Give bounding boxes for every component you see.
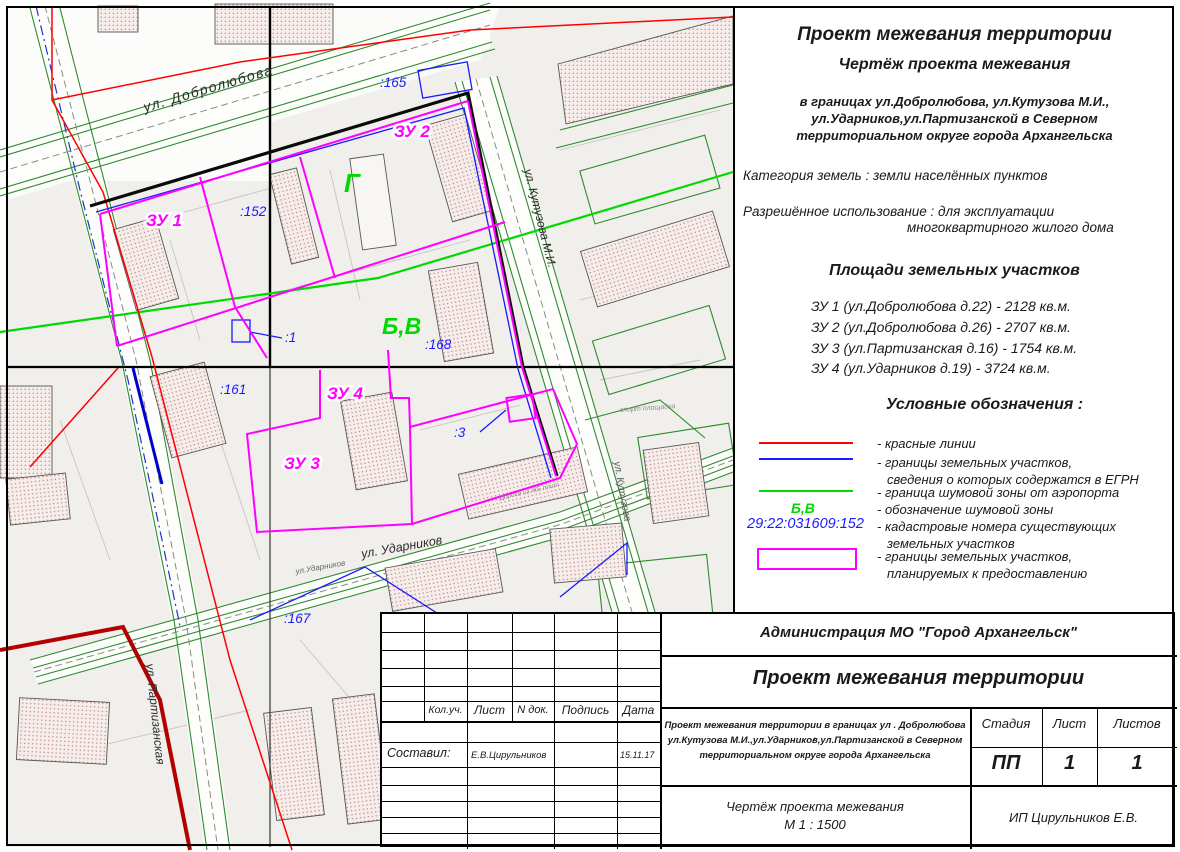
legend-blue-line-sample [759, 458, 853, 460]
legend-red-line-sample [759, 442, 853, 444]
boundaries-line-3: территориальном округе города Архангельс… [735, 128, 1174, 143]
info-panel: Проект межевания территории Чертёж проек… [733, 8, 1174, 614]
areas-heading: Площади земельных участков [735, 262, 1174, 280]
zone-label-bv: Б,В [382, 313, 421, 339]
sheet: ул. Добролюбова ул. Кутузова М.И. ул. Ку… [0, 0, 1180, 852]
author: ИП Цирульников Е.В. [970, 810, 1177, 825]
legend-zone-sample: Б,В [791, 500, 815, 516]
panel-title: Проект межевания территории [735, 24, 1174, 46]
project-title: Проект межевания территории [660, 667, 1177, 690]
plot-label-zu2: ЗУ 2 [394, 122, 431, 141]
sheets-header: Листов [1097, 716, 1177, 731]
sheets-value: 1 [1097, 752, 1177, 775]
composed-label: Составил: [387, 746, 450, 760]
area-zu2: ЗУ 2 (ул.Добролюбова д.26) - 2707 кв.м. [811, 319, 1071, 335]
composed-name: Е.В.Цирульников [471, 750, 546, 761]
legend-plot-label-1: - границы земельных участков, [877, 549, 1072, 564]
area-zu4: ЗУ 4 (ул.Ударников д.19) - 3724 кв.м. [811, 360, 1051, 376]
legend-cad-sample: 29:22:031609:152 [747, 516, 864, 532]
zone-label-g: Г [344, 168, 361, 198]
cad-label-167: :167 [284, 611, 311, 626]
stage-header: Стадия [970, 716, 1042, 731]
col-header-data: Дата [617, 703, 660, 717]
cad-label-152: :152 [240, 204, 267, 219]
desc-line-2: ул.Кутузова М.И.,ул.Ударников,ул.Партиза… [664, 735, 966, 746]
composed-date: 15.11.17 [620, 750, 654, 760]
cad-label-165: :165 [380, 75, 407, 90]
sheet-value: 1 [1042, 752, 1097, 775]
panel-subtitle: Чертёж проекта межевания [735, 56, 1174, 74]
title-block: Кол.уч. Лист N док. Подпись Дата Состави… [380, 612, 1175, 847]
boundaries-line-1: в границах ул.Добролюбова, ул.Кутузова М… [735, 94, 1174, 109]
boundaries-line-2: ул.Ударников,ул.Партизанской в Северном [735, 111, 1174, 126]
drawing-scale: М 1 : 1500 [660, 817, 970, 832]
legend-egrn-label-1: - границы земельных участков, [877, 455, 1072, 470]
cad-label-161: :161 [220, 382, 246, 397]
legend-cad-label-1: - кадастровые номера существующих [877, 519, 1116, 534]
col-header-ndok: N док. [512, 704, 554, 716]
cad-label-1: :1 [285, 330, 296, 345]
legend-zone-label: - обозначение шумовой зоны [877, 502, 1053, 517]
legend-heading: Условные обозначения : [735, 396, 1174, 414]
col-header-koluch: Кол.уч. [424, 704, 467, 716]
sheet-header: Лист [1042, 716, 1097, 731]
organization: Администрация МО "Город Архангельск" [660, 624, 1177, 641]
legend-noise-label: - граница шумовой зоны от аэропорта [877, 485, 1119, 500]
legend-plot-sample [757, 548, 857, 570]
plot-label-zu1: ЗУ 1 [146, 211, 182, 230]
drawing-name: Чертёж проекта межевания [660, 799, 970, 814]
legend-plot-label-2: планируемых к предоставлению [887, 566, 1087, 581]
permitted-use-line-2: многоквартирного жилого дома [907, 220, 1114, 235]
stage-value: ПП [970, 752, 1042, 775]
col-header-podpis: Подпись [554, 703, 617, 717]
cad-label-3: :3 [454, 425, 466, 440]
area-zu1: ЗУ 1 (ул.Добролюбова д.22) - 2128 кв.м. [811, 298, 1071, 314]
plot-label-zu4: ЗУ 4 [327, 384, 364, 403]
area-zu3: ЗУ 3 (ул.Партизанская д.16) - 1754 кв.м. [811, 340, 1077, 356]
land-category: Категория земель : земли населённых пунк… [743, 168, 1048, 183]
legend-green-line-sample [759, 490, 853, 492]
desc-line-3: территориальном округе города Архангельс… [664, 750, 966, 761]
permitted-use-line-1: Разрешённое использование : для эксплуат… [743, 204, 1054, 219]
legend-red-label: - красные линии [877, 436, 976, 451]
col-header-list: Лист [467, 703, 512, 717]
plot-label-zu3: ЗУ 3 [284, 454, 321, 473]
cad-label-168: :168 [425, 337, 452, 352]
